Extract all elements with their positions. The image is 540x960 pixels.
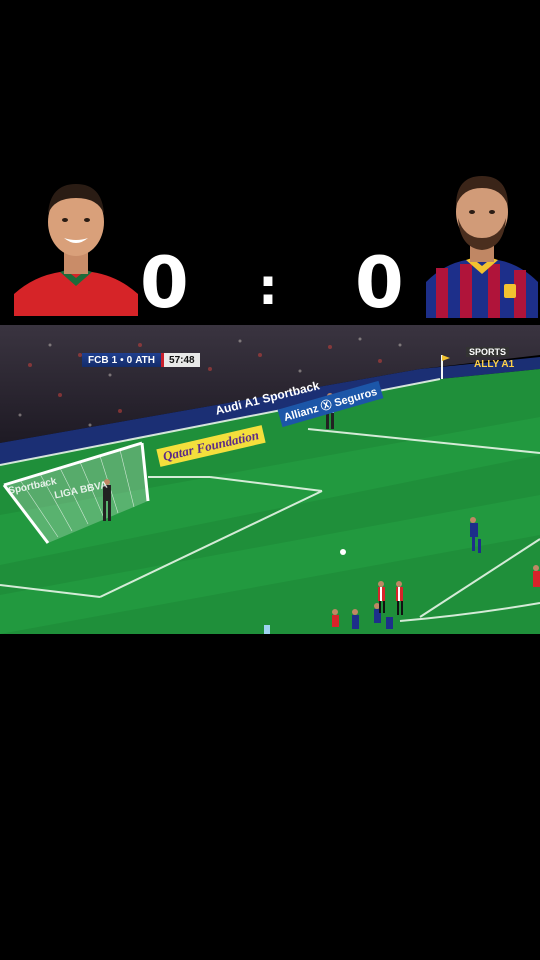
scorebug-home-goals: 1 (111, 354, 118, 366)
left-score: 0 (140, 242, 189, 324)
pitch-scene (0, 325, 540, 634)
player-portrait-blaugrana-kit-icon (426, 172, 538, 318)
scorebug-teams: FCB 1 • 0 ATH (82, 353, 162, 367)
right-score: 0 (355, 242, 404, 324)
ball (340, 549, 346, 555)
scorebug-clock: 57:48 (161, 353, 200, 367)
right-player-portrait (426, 172, 538, 318)
ad-sports: SPORTS (466, 347, 510, 357)
scorebug-divider: • (120, 354, 124, 366)
match-footage: FCB 1 • 0 ATH 57:48 Audi A1 Sportback Al… (0, 325, 540, 634)
ad-ally: ALLY A1 (474, 359, 515, 370)
scorebug-away-goals: 0 (126, 354, 133, 366)
score-separator: : (258, 258, 278, 316)
scorebug-home: FCB (88, 354, 109, 366)
scorebug: FCB 1 • 0 ATH 57:48 (82, 353, 200, 367)
left-player-portrait (14, 176, 138, 316)
player-portrait-red-kit-icon (14, 176, 138, 316)
scorebug-away: ATH (135, 354, 156, 366)
